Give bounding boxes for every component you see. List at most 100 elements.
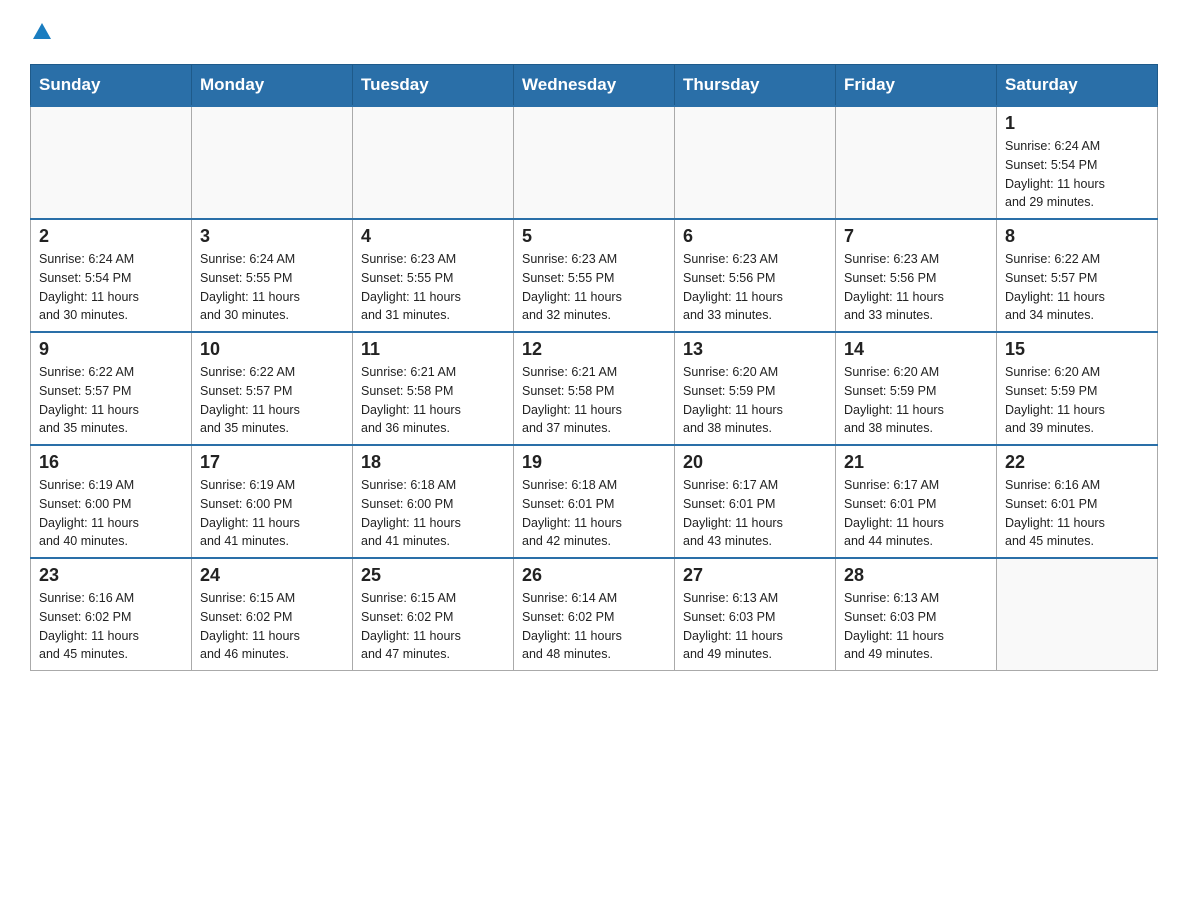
calendar-day-cell: 6Sunrise: 6:23 AMSunset: 5:56 PMDaylight… xyxy=(675,219,836,332)
calendar-week-row: 2Sunrise: 6:24 AMSunset: 5:54 PMDaylight… xyxy=(31,219,1158,332)
calendar-day-cell: 13 Sunrise: 6:20 AMSunset: 5:59 PMDayligh… xyxy=(675,332,836,445)
day-number: 21 xyxy=(844,452,988,473)
weekday-header-row: SundayMondayTuesdayWednesdayThursdayFrid… xyxy=(31,65,1158,107)
calendar-day-cell: 28 Sunrise: 6:13 AMSunset: 6:03 PMDayligh… xyxy=(836,558,997,671)
weekday-header-wednesday: Wednesday xyxy=(514,65,675,107)
calendar-week-row: 23 Sunrise: 6:16 AMSunset: 6:02 PMDayligh… xyxy=(31,558,1158,671)
calendar-day-cell xyxy=(836,106,997,219)
weekday-header-thursday: Thursday xyxy=(675,65,836,107)
day-number: 1 xyxy=(1005,113,1149,134)
day-number: 18 xyxy=(361,452,505,473)
calendar-day-cell xyxy=(353,106,514,219)
calendar-day-cell: 14Sunrise: 6:20 AMSunset: 5:59 PMDayligh… xyxy=(836,332,997,445)
calendar-body: 1 Sunrise: 6:24 AMSunset: 5:54 PMDaylight… xyxy=(31,106,1158,671)
day-number: 13 xyxy=(683,339,827,360)
day-info: Sunrise: 6:14 AMSunset: 6:02 PMDaylight:… xyxy=(522,589,666,664)
day-info: Sunrise: 6:21 AMSunset: 5:58 PMDaylight:… xyxy=(522,363,666,438)
day-number: 12 xyxy=(522,339,666,360)
day-info: Sunrise: 6:22 AMSunset: 5:57 PMDaylight:… xyxy=(1005,250,1149,325)
weekday-header-monday: Monday xyxy=(192,65,353,107)
day-number: 10 xyxy=(200,339,344,360)
day-number: 24 xyxy=(200,565,344,586)
day-number: 15 xyxy=(1005,339,1149,360)
day-number: 5 xyxy=(522,226,666,247)
calendar-day-cell: 25Sunrise: 6:15 AMSunset: 6:02 PMDayligh… xyxy=(353,558,514,671)
calendar-day-cell xyxy=(514,106,675,219)
calendar-day-cell: 5 Sunrise: 6:23 AMSunset: 5:55 PMDaylight… xyxy=(514,219,675,332)
day-info: Sunrise: 6:17 AMSunset: 6:01 PMDaylight:… xyxy=(683,476,827,551)
day-info: Sunrise: 6:23 AMSunset: 5:56 PMDaylight:… xyxy=(844,250,988,325)
calendar-day-cell: 27 Sunrise: 6:13 AMSunset: 6:03 PMDayligh… xyxy=(675,558,836,671)
calendar-day-cell: 26 Sunrise: 6:14 AMSunset: 6:02 PMDayligh… xyxy=(514,558,675,671)
day-number: 27 xyxy=(683,565,827,586)
calendar-week-row: 16 Sunrise: 6:19 AMSunset: 6:00 PMDayligh… xyxy=(31,445,1158,558)
day-info: Sunrise: 6:24 AMSunset: 5:55 PMDaylight:… xyxy=(200,250,344,325)
day-info: Sunrise: 6:20 AMSunset: 5:59 PMDaylight:… xyxy=(683,363,827,438)
calendar-day-cell: 3 Sunrise: 6:24 AMSunset: 5:55 PMDaylight… xyxy=(192,219,353,332)
day-info: Sunrise: 6:20 AMSunset: 5:59 PMDaylight:… xyxy=(1005,363,1149,438)
calendar-day-cell: 21 Sunrise: 6:17 AMSunset: 6:01 PMDayligh… xyxy=(836,445,997,558)
day-info: Sunrise: 6:18 AMSunset: 6:01 PMDaylight:… xyxy=(522,476,666,551)
day-info: Sunrise: 6:24 AMSunset: 5:54 PMDaylight:… xyxy=(39,250,183,325)
calendar-day-cell: 16 Sunrise: 6:19 AMSunset: 6:00 PMDayligh… xyxy=(31,445,192,558)
day-number: 8 xyxy=(1005,226,1149,247)
logo-triangle-icon xyxy=(33,23,51,39)
calendar-day-cell xyxy=(192,106,353,219)
day-info: Sunrise: 6:23 AMSunset: 5:55 PMDaylight:… xyxy=(361,250,505,325)
day-number: 22 xyxy=(1005,452,1149,473)
weekday-header-saturday: Saturday xyxy=(997,65,1158,107)
day-number: 28 xyxy=(844,565,988,586)
day-number: 11 xyxy=(361,339,505,360)
weekday-header-friday: Friday xyxy=(836,65,997,107)
day-info: Sunrise: 6:22 AMSunset: 5:57 PMDaylight:… xyxy=(200,363,344,438)
calendar-week-row: 1 Sunrise: 6:24 AMSunset: 5:54 PMDaylight… xyxy=(31,106,1158,219)
calendar-day-cell: 15 Sunrise: 6:20 AMSunset: 5:59 PMDayligh… xyxy=(997,332,1158,445)
day-info: Sunrise: 6:13 AMSunset: 6:03 PMDaylight:… xyxy=(844,589,988,664)
day-info: Sunrise: 6:23 AMSunset: 5:55 PMDaylight:… xyxy=(522,250,666,325)
day-info: Sunrise: 6:15 AMSunset: 6:02 PMDaylight:… xyxy=(200,589,344,664)
day-info: Sunrise: 6:16 AMSunset: 6:02 PMDaylight:… xyxy=(39,589,183,664)
page-header xyxy=(30,20,1158,46)
day-info: Sunrise: 6:21 AMSunset: 5:58 PMDaylight:… xyxy=(361,363,505,438)
calendar-day-cell: 19 Sunrise: 6:18 AMSunset: 6:01 PMDayligh… xyxy=(514,445,675,558)
calendar-day-cell: 11 Sunrise: 6:21 AMSunset: 5:58 PMDayligh… xyxy=(353,332,514,445)
day-number: 19 xyxy=(522,452,666,473)
day-info: Sunrise: 6:19 AMSunset: 6:00 PMDaylight:… xyxy=(200,476,344,551)
calendar-day-cell: 24 Sunrise: 6:15 AMSunset: 6:02 PMDayligh… xyxy=(192,558,353,671)
day-info: Sunrise: 6:22 AMSunset: 5:57 PMDaylight:… xyxy=(39,363,183,438)
calendar-day-cell xyxy=(31,106,192,219)
day-info: Sunrise: 6:13 AMSunset: 6:03 PMDaylight:… xyxy=(683,589,827,664)
calendar-day-cell: 12 Sunrise: 6:21 AMSunset: 5:58 PMDayligh… xyxy=(514,332,675,445)
day-number: 4 xyxy=(361,226,505,247)
calendar-day-cell: 22Sunrise: 6:16 AMSunset: 6:01 PMDayligh… xyxy=(997,445,1158,558)
calendar-day-cell: 17Sunrise: 6:19 AMSunset: 6:00 PMDayligh… xyxy=(192,445,353,558)
calendar-day-cell: 23 Sunrise: 6:16 AMSunset: 6:02 PMDayligh… xyxy=(31,558,192,671)
weekday-header-tuesday: Tuesday xyxy=(353,65,514,107)
day-info: Sunrise: 6:24 AMSunset: 5:54 PMDaylight:… xyxy=(1005,137,1149,212)
calendar-day-cell: 7 Sunrise: 6:23 AMSunset: 5:56 PMDaylight… xyxy=(836,219,997,332)
day-info: Sunrise: 6:19 AMSunset: 6:00 PMDaylight:… xyxy=(39,476,183,551)
day-info: Sunrise: 6:17 AMSunset: 6:01 PMDaylight:… xyxy=(844,476,988,551)
day-number: 3 xyxy=(200,226,344,247)
weekday-header-sunday: Sunday xyxy=(31,65,192,107)
day-number: 26 xyxy=(522,565,666,586)
calendar-day-cell: 1 Sunrise: 6:24 AMSunset: 5:54 PMDaylight… xyxy=(997,106,1158,219)
calendar-day-cell: 2Sunrise: 6:24 AMSunset: 5:54 PMDaylight… xyxy=(31,219,192,332)
day-number: 7 xyxy=(844,226,988,247)
calendar-week-row: 9 Sunrise: 6:22 AMSunset: 5:57 PMDaylight… xyxy=(31,332,1158,445)
calendar-day-cell: 18 Sunrise: 6:18 AMSunset: 6:00 PMDayligh… xyxy=(353,445,514,558)
day-number: 20 xyxy=(683,452,827,473)
calendar-header: SundayMondayTuesdayWednesdayThursdayFrid… xyxy=(31,65,1158,107)
day-number: 16 xyxy=(39,452,183,473)
calendar-day-cell: 10 Sunrise: 6:22 AMSunset: 5:57 PMDayligh… xyxy=(192,332,353,445)
day-info: Sunrise: 6:18 AMSunset: 6:00 PMDaylight:… xyxy=(361,476,505,551)
calendar-day-cell: 4 Sunrise: 6:23 AMSunset: 5:55 PMDaylight… xyxy=(353,219,514,332)
day-number: 6 xyxy=(683,226,827,247)
day-number: 9 xyxy=(39,339,183,360)
day-number: 25 xyxy=(361,565,505,586)
calendar-day-cell: 9 Sunrise: 6:22 AMSunset: 5:57 PMDaylight… xyxy=(31,332,192,445)
day-number: 23 xyxy=(39,565,183,586)
calendar-day-cell: 20 Sunrise: 6:17 AMSunset: 6:01 PMDayligh… xyxy=(675,445,836,558)
calendar-day-cell xyxy=(675,106,836,219)
calendar-day-cell: 8 Sunrise: 6:22 AMSunset: 5:57 PMDaylight… xyxy=(997,219,1158,332)
